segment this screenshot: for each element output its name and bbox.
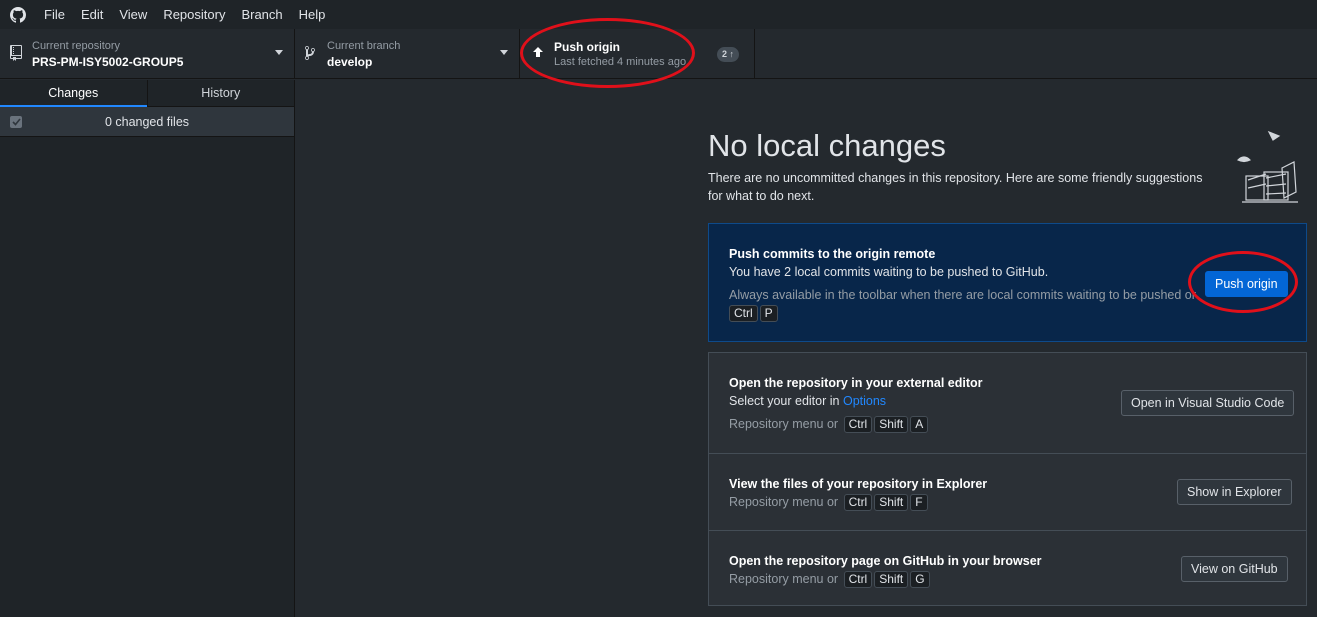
repo-icon [10,45,22,64]
key-f: F [910,494,928,511]
current-repository-dropdown[interactable]: Current repository PRS-PM-ISY5002-GROUP5 [0,29,295,79]
push-origin-title: Push origin [554,40,620,54]
key-shift: Shift [874,416,909,433]
main-panel: No local changes There are no uncommitte… [296,80,1317,617]
view-github-row: Open the repository page on GitHub in yo… [709,530,1306,606]
github-icon[interactable] [0,0,36,29]
current-branch-dropdown[interactable]: Current branch develop [295,29,520,79]
push-commits-card: Push commits to the origin remote You ha… [708,223,1307,342]
blank-slate-illustration-icon [1234,128,1304,206]
key-shift: Shift [874,494,909,511]
chevron-down-icon [500,50,508,55]
options-link[interactable]: Options [843,394,886,408]
push-card-text: You have 2 local commits waiting to be p… [729,265,1049,279]
ahead-count-badge: 2 ↑ [717,47,740,62]
key-g: G [910,571,930,588]
select-all-checkbox[interactable] [10,116,22,128]
push-origin-button[interactable]: Push origin [1205,271,1288,297]
push-card-hint: Always available in the toolbar when the… [729,288,1196,302]
menu-help[interactable]: Help [291,0,334,29]
tab-history[interactable]: History [146,80,295,106]
open-editor-hint: Repository menu or [729,417,839,431]
changed-files-count: 0 changed files [104,115,190,129]
open-editor-row: Open the repository in your external edi… [709,353,1306,453]
key-ctrl: Ctrl [729,305,758,322]
last-fetched-text: Last fetched 4 minutes ago [554,56,687,68]
show-explorer-row: View the files of your repository in Exp… [709,453,1306,530]
open-editor-text-prefix: Select your editor in [729,394,840,408]
push-card-title: Push commits to the origin remote [729,247,936,261]
show-explorer-shortcut: Repository menu or Ctrl Shift F [729,494,928,511]
key-ctrl: Ctrl [843,494,873,511]
menu-view[interactable]: View [111,0,155,29]
page-title: No local changes [708,128,946,163]
show-explorer-title: View the files of your repository in Exp… [729,477,988,491]
key-ctrl: Ctrl [843,571,873,588]
sidebar: Changes History 0 changed files [0,80,295,617]
git-branch-icon [305,45,315,64]
arrow-up-icon [533,46,543,61]
open-editor-text: Select your editor in Options [729,394,886,408]
menu-bar: File Edit View Repository Branch Help [0,0,1317,29]
key-a: A [910,416,929,433]
current-repository-name: PRS-PM-ISY5002-GROUP5 [32,55,184,69]
view-on-github-button[interactable]: View on GitHub [1181,556,1288,582]
current-branch-label: Current branch [327,40,401,52]
menu-edit[interactable]: Edit [73,0,111,29]
show-explorer-hint: Repository menu or [729,495,839,509]
menu-repository[interactable]: Repository [155,0,233,29]
push-shortcut: Ctrl P [727,305,778,322]
suggestions-card: Open the repository in your external edi… [708,352,1307,606]
show-in-explorer-button[interactable]: Show in Explorer [1177,479,1292,505]
current-branch-name: develop [327,55,373,69]
changed-files-header: 0 changed files [0,107,294,137]
menu-file[interactable]: File [36,0,73,29]
key-p: P [759,305,778,322]
toolbar: Current repository PRS-PM-ISY5002-GROUP5… [0,29,1317,79]
open-editor-title: Open the repository in your external edi… [729,376,983,390]
menu-branch[interactable]: Branch [233,0,290,29]
open-editor-shortcut: Repository menu or Ctrl Shift A [729,416,929,433]
ahead-count: 2 [722,49,728,59]
view-github-title: Open the repository page on GitHub in yo… [729,554,1042,568]
sidebar-tabs: Changes History [0,80,294,107]
view-github-shortcut: Repository menu or Ctrl Shift G [729,571,930,588]
view-github-hint: Repository menu or [729,572,839,586]
key-shift: Shift [874,571,909,588]
current-repository-label: Current repository [32,40,121,52]
tab-changes[interactable]: Changes [0,80,147,107]
chevron-down-icon [275,50,283,55]
push-origin-toolbar-button[interactable]: Push origin Last fetched 4 minutes ago 2… [520,29,755,79]
page-description: There are no uncommitted changes in this… [708,171,1203,203]
key-ctrl: Ctrl [843,416,873,433]
open-in-vscode-button[interactable]: Open in Visual Studio Code [1121,390,1295,416]
